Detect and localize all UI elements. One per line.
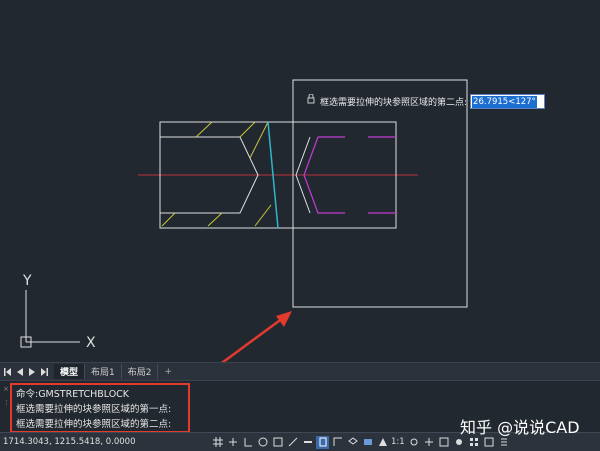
ucs-y-label: Y [22,273,32,289]
snap-icon[interactable] [226,436,239,449]
watermark: 知乎 @说说CAD [460,418,580,437]
layout-tabs: 模型 布局1 布局2 + [0,362,600,380]
selection-cycle-icon[interactable] [331,436,344,449]
transparency-icon[interactable] [316,435,329,449]
tab-layout1-label: 布局1 [91,368,115,378]
annotation-monitor-icon[interactable] [361,436,374,449]
osnap-icon[interactable] [271,436,284,449]
otrack-icon[interactable] [286,436,299,449]
tooltip-value: 26.7915<127° [472,95,537,108]
layers-icon[interactable] [346,436,359,449]
coordinates-readout: 1714.3043, 1215.5418, 0.0000 [3,437,136,447]
scale-value[interactable]: 1:1 [391,437,405,447]
prev-tab-icon[interactable] [15,367,24,376]
last-tab-icon[interactable] [39,367,48,376]
hatch-lines [161,121,272,227]
plus-icon[interactable] [423,436,436,449]
tab-layout2[interactable]: 布局2 [122,364,159,379]
first-tab-icon[interactable] [3,367,12,376]
add-layout-button[interactable]: + [158,367,178,377]
tab-layout1[interactable]: 布局1 [85,364,122,379]
drawing-viewport[interactable]: Y X 框选需要拉伸的块参照区域的第二点: 26.7915<127° [0,0,600,362]
annotation-scale-icon[interactable] [376,436,389,449]
lineweight-icon[interactable] [301,436,314,449]
tab-model-label: 模型 [60,368,79,378]
close-icon[interactable]: × [3,385,9,393]
tab-layout2-label: 布局2 [127,368,152,378]
ucs-icon [20,290,80,348]
lock-icon [306,94,317,107]
drawing-canvas[interactable]: Y X [0,0,600,362]
settings-icon[interactable]: ⋮ [3,399,10,407]
tab-model[interactable]: 模型 [54,364,86,379]
dynamic-input-tooltip: 框选需要拉伸的块参照区域的第二点: 26.7915<127° [306,94,546,109]
command-line-handle[interactable]: × ⋮ [3,385,10,429]
polar-icon[interactable] [256,436,269,449]
ortho-icon[interactable] [241,436,254,449]
command-highlight-box [10,383,190,433]
annotation-arrow [221,311,292,362]
tooltip-prompt: 框选需要拉伸的块参照区域的第二点: [320,98,468,108]
grid-icon[interactable] [211,436,224,449]
gear-icon[interactable] [408,436,421,449]
tooltip-value-input[interactable]: 26.7915<127° [470,94,546,109]
selection-window [292,79,468,308]
next-tab-icon[interactable] [27,367,36,376]
ucs-x-label: X [86,335,96,351]
workspace-icon[interactable] [438,436,451,449]
